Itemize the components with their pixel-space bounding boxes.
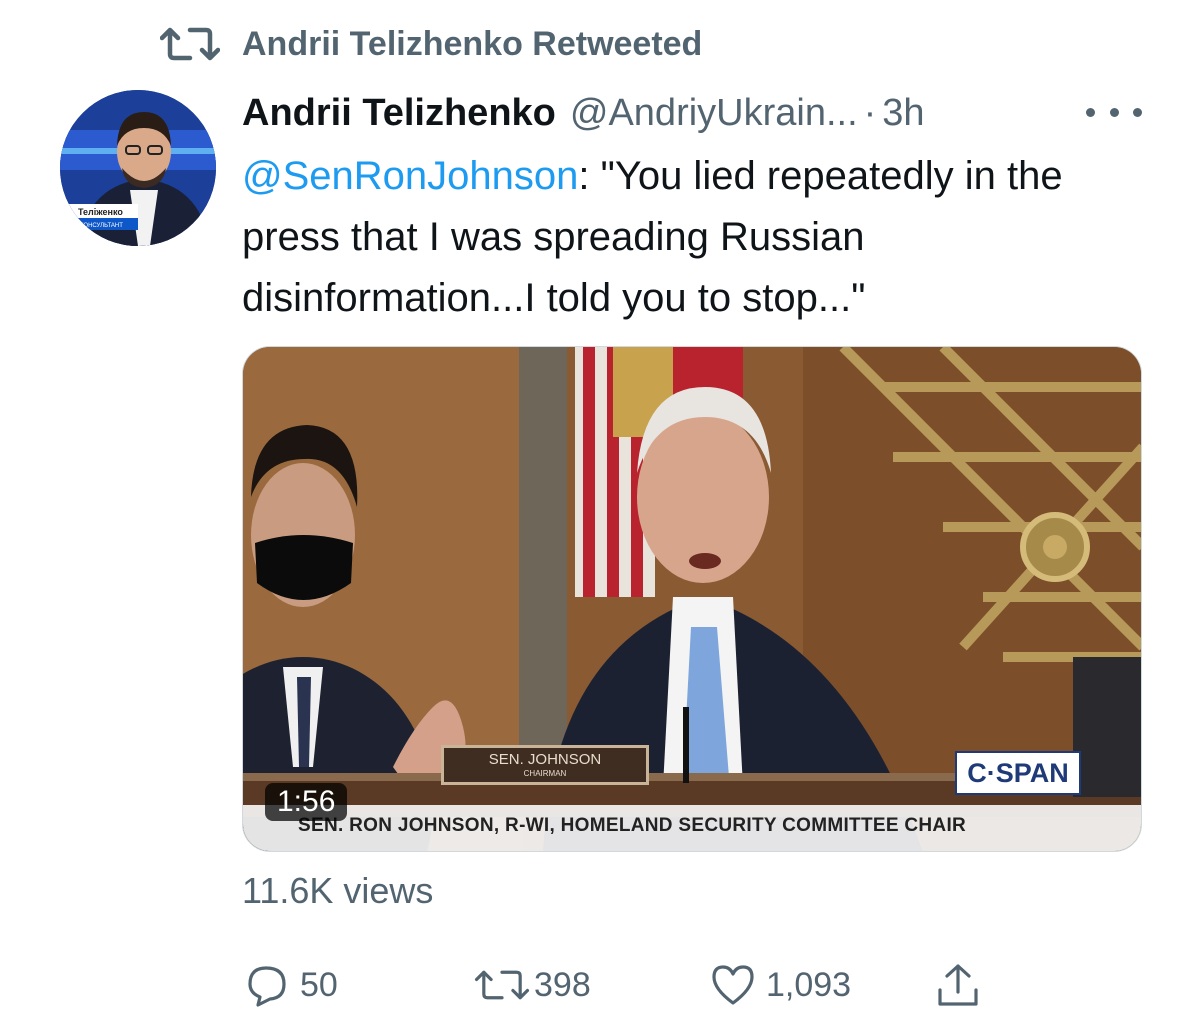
retweet-banner[interactable]: Andrii Telizhenko Retweeted [160, 22, 702, 66]
nameplate: SEN. JOHNSON CHAIRMAN [441, 745, 649, 785]
avatar[interactable]: Теліженко КОНСУЛЬТАНТ [60, 90, 216, 246]
share-button[interactable] [936, 960, 980, 1010]
tweet-header: Andrii Telizhenko @AndriyUkrain... · 3h [242, 88, 1142, 138]
reply-icon [248, 966, 286, 1007]
reply-button[interactable]: 50 [246, 960, 338, 1010]
tweet-text: @SenRonJohnson: "You lied repeatedly in … [242, 146, 1162, 329]
view-count: 11.6K views [242, 870, 434, 911]
tweet-timestamp[interactable]: 3h [882, 92, 924, 135]
retweet-banner-text: Andrii Telizhenko Retweeted [242, 24, 703, 63]
author-display-name[interactable]: Andrii Telizhenko [242, 92, 556, 135]
more-options-icon[interactable] [1086, 94, 1142, 130]
author-handle[interactable]: @AndriyUkrain... [570, 92, 858, 135]
heart-icon [712, 965, 754, 1005]
retweet-icon [160, 27, 220, 61]
retweet-button[interactable]: 398 [474, 960, 591, 1010]
like-count: 1,093 [766, 965, 852, 1004]
tweet-actions: 50 398 1,093 [242, 960, 1142, 1010]
video-player[interactable]: SEN. JOHNSON CHAIRMAN C·SPAN SEN. RON JO… [242, 346, 1142, 852]
share-icon [938, 964, 978, 1006]
reply-count: 50 [300, 965, 338, 1004]
nameplate-name: SEN. JOHNSON [488, 751, 602, 768]
like-button[interactable]: 1,093 [710, 960, 851, 1010]
lower-third: SEN. RON JOHNSON, R-WI, HOMELAND SECURIT… [243, 805, 1141, 851]
avatar-caption: Теліженко [78, 207, 123, 217]
lower-third-text: SEN. RON JOHNSON, R-WI, HOMELAND SECURIT… [298, 815, 967, 836]
retweet-icon [474, 970, 530, 1000]
header-separator: · [863, 91, 877, 134]
mention-link[interactable]: @SenRonJohnson [242, 154, 578, 198]
video-duration: 1:56 [265, 783, 348, 821]
retweet-count: 398 [534, 965, 591, 1004]
network-logo: C·SPAN [955, 751, 1081, 795]
nameplate-title: CHAIRMAN [523, 769, 567, 778]
avatar-subcaption: КОНСУЛЬТАНТ [80, 223, 123, 229]
avatar-photo: Теліженко КОНСУЛЬТАНТ [60, 90, 216, 246]
